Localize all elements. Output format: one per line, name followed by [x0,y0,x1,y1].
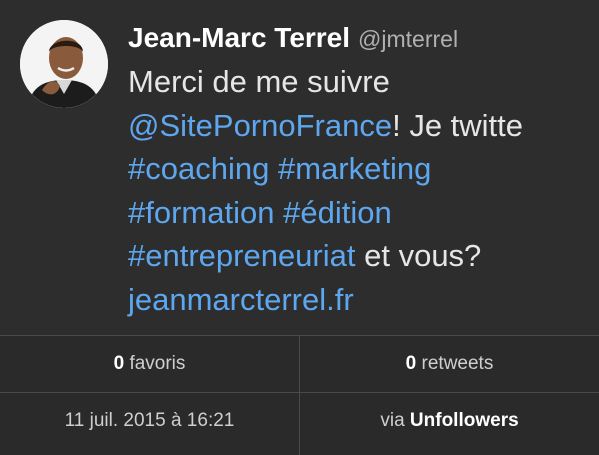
hashtag-marketing[interactable]: #marketing [278,151,431,186]
hashtag-entrepreneuriat[interactable]: #entrepreneuriat [128,238,356,273]
favorites-label: favoris [129,353,186,374]
retweets-label: retweets [421,353,494,374]
favorites-stat[interactable]: 0 favoris [0,336,299,392]
tweet-line-5: #entrepreneuriat et vous? [128,234,588,278]
hashtag-coaching[interactable]: #coaching [128,151,269,186]
retweets-count: 0 [405,353,417,374]
tweet-line-6: jeanmarcterrel.fr [128,278,588,322]
website-link[interactable]: jeanmarcterrel.fr [128,282,354,317]
tweet-header: Jean-Marc Terrel @jmterrel [128,22,458,54]
timestamp-text: 11 juil. 2015 à 16:21 [64,410,235,431]
hashtag-edition[interactable]: #édition [283,195,392,230]
tweet-text-end: et vous? [355,238,482,273]
tweet-card: Jean-Marc Terrel @jmterrel Merci de me su… [0,0,599,335]
tweet-stats: 0 favoris 0 retweets 11 juil. 2015 à 16:… [0,335,599,455]
retweets-stat[interactable]: 0 retweets [300,336,599,392]
tweet-line-3: #coaching #marketing [128,147,588,191]
author-handle[interactable]: @jmterrel [358,26,458,52]
tweet-timestamp: 11 juil. 2015 à 16:21 [0,393,299,449]
author-name[interactable]: Jean-Marc Terrel [128,22,350,53]
tweet-text-intro: Merci de me suivre [128,64,390,99]
tweet-source[interactable]: via Unfollowers [300,393,599,449]
avatar-image [20,20,108,108]
tweet-line-1: Merci de me suivre [128,60,588,104]
source-app[interactable]: Unfollowers [410,410,519,431]
tweet-text-middle: ! Je twitte [392,107,524,143]
tweet-line-4: #formation #édition [128,191,588,235]
favorites-count: 0 [113,353,125,374]
via-label: via [380,410,405,431]
column-divider [299,336,300,455]
tweet-text: Merci de me suivre @SitePornoFrance! Je … [128,60,588,321]
hashtag-formation[interactable]: #formation [128,195,274,230]
author-avatar[interactable] [20,20,108,108]
mention-link[interactable]: @SitePornoFrance [128,108,392,143]
tweet-line-2: @SitePornoFrance! Je twitte [128,104,588,148]
